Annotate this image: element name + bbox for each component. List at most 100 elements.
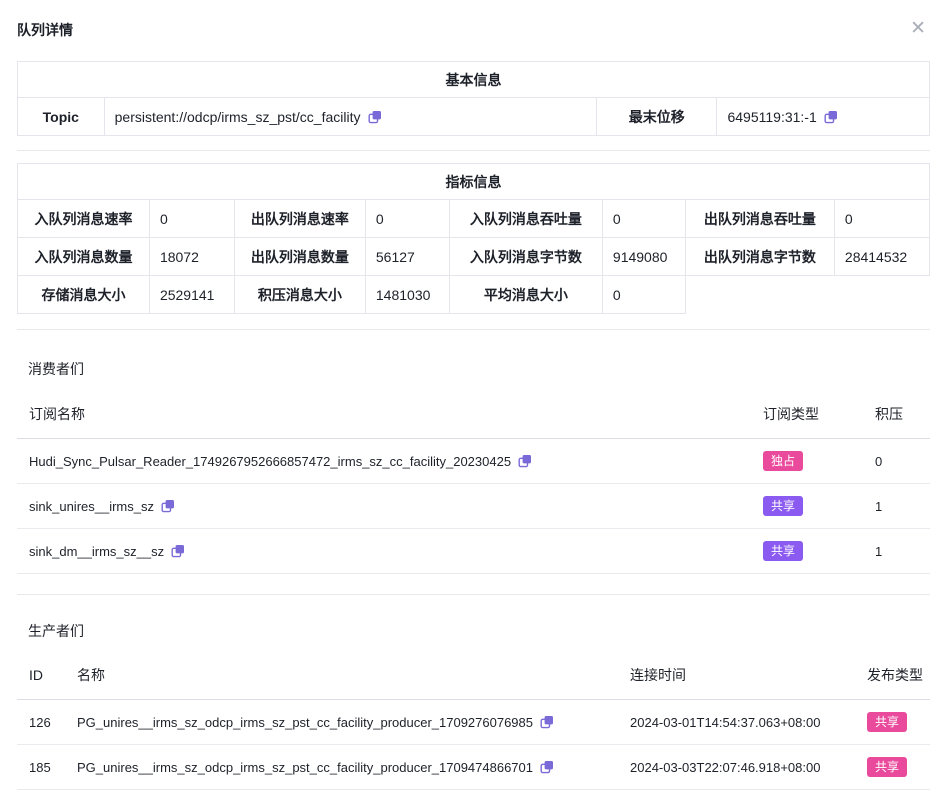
metric-value: 0: [834, 200, 929, 238]
metric-value: 0: [602, 276, 685, 314]
topic-value-cell: persistent://odcp/irms_sz_pst/cc_facilit…: [104, 98, 596, 136]
topic-label: Topic: [18, 98, 105, 136]
producers-header-row: ID 名称 连接时间 发布类型: [17, 652, 930, 700]
metric-label: 出队列消息数量: [234, 238, 365, 276]
producer-id: 126: [17, 700, 65, 745]
producer-name: PG_unires__irms_sz_odcp_irms_sz_pst_cc_f…: [77, 760, 533, 775]
metric-label: 入队列消息吞吐量: [449, 200, 602, 238]
basic-info-header: 基本信息: [18, 62, 930, 98]
dialog-header: 队列详情 ✕: [17, 0, 930, 40]
table-row: 126 PG_unires__irms_sz_odcp_irms_sz_pst_…: [17, 700, 930, 745]
table-row: Topic persistent://odcp/irms_sz_pst/cc_f…: [18, 98, 930, 136]
producer-id: 185: [17, 745, 65, 790]
column-header-id: ID: [17, 652, 65, 700]
backlog-value: 0: [863, 439, 930, 484]
column-header-publish-type: 发布类型: [855, 652, 930, 700]
metric-label: 平均消息大小: [449, 276, 602, 314]
column-header-subscription-type: 订阅类型: [751, 391, 863, 439]
table-row: Hudi_Sync_Pulsar_Reader_1749267952666857…: [17, 439, 930, 484]
table-row: 入队列消息速率 0 出队列消息速率 0 入队列消息吞吐量 0 出队列消息吞吐量 …: [18, 200, 930, 238]
subscription-type-cell: 共享: [751, 484, 863, 529]
copy-icon: [161, 499, 175, 513]
copy-subscription-button[interactable]: [171, 544, 185, 558]
last-offset-value-cell: 6495119:31:-1: [717, 98, 930, 136]
subscription-name: Hudi_Sync_Pulsar_Reader_1749267952666857…: [29, 454, 511, 469]
divider: [17, 329, 930, 330]
column-header-connect-time: 连接时间: [618, 652, 855, 700]
metrics-header: 指标信息: [18, 164, 930, 200]
last-offset-label: 最末位移: [597, 98, 717, 136]
metric-value: 0: [602, 200, 685, 238]
copy-producer-button[interactable]: [540, 760, 554, 774]
backlog-value: 1: [863, 529, 930, 574]
metric-label: 出队列消息字节数: [685, 238, 834, 276]
subscription-name-cell: sink_dm__irms_sz__sz: [17, 529, 751, 574]
consumers-header-row: 订阅名称 订阅类型 积压: [17, 391, 930, 439]
column-header-backlog: 积压: [863, 391, 930, 439]
copy-icon: [368, 110, 382, 124]
subscription-type-cell: 独占: [751, 439, 863, 484]
backlog-value: 1: [863, 484, 930, 529]
copy-subscription-button[interactable]: [161, 499, 175, 513]
empty-cell: [685, 276, 929, 314]
last-offset-value: 6495119:31:-1: [727, 109, 816, 125]
publish-type-badge: 共享: [867, 757, 907, 777]
subscription-type-badge: 共享: [763, 541, 803, 561]
metric-label: 入队列消息数量: [18, 238, 150, 276]
table-row: 185 PG_unires__irms_sz_odcp_irms_sz_pst_…: [17, 745, 930, 790]
close-icon: ✕: [910, 18, 926, 39]
divider: [17, 150, 930, 151]
subscription-type-cell: 共享: [751, 529, 863, 574]
copy-subscription-button[interactable]: [518, 454, 532, 468]
subscription-name: sink_dm__irms_sz__sz: [29, 544, 164, 559]
subscription-name-cell: sink_unires__irms_sz: [17, 484, 751, 529]
producer-connect-time: 2024-03-03T22:07:46.918+08:00: [618, 745, 855, 790]
producer-name: PG_unires__irms_sz_odcp_irms_sz_pst_cc_f…: [77, 715, 533, 730]
copy-icon: [518, 454, 532, 468]
publish-type-cell: 共享: [855, 745, 930, 790]
metric-value: 0: [149, 200, 234, 238]
subscription-name-cell: Hudi_Sync_Pulsar_Reader_1749267952666857…: [17, 439, 751, 484]
publish-type-cell: 共享: [855, 700, 930, 745]
metric-value: 18072: [149, 238, 234, 276]
table-row: 入队列消息数量 18072 出队列消息数量 56127 入队列消息字节数 914…: [18, 238, 930, 276]
metric-label: 积压消息大小: [234, 276, 365, 314]
producer-name-cell: PG_unires__irms_sz_odcp_irms_sz_pst_cc_f…: [65, 700, 618, 745]
basic-info-table: 基本信息 Topic persistent://odcp/irms_sz_pst…: [17, 61, 930, 136]
metric-value: 2529141: [149, 276, 234, 314]
table-row: sink_unires__irms_sz 共享 1: [17, 484, 930, 529]
copy-icon: [171, 544, 185, 558]
metric-value: 1481030: [365, 276, 449, 314]
table-row: sink_dm__irms_sz__sz 共享 1: [17, 529, 930, 574]
subscription-name: sink_unires__irms_sz: [29, 499, 154, 514]
metric-value: 28414532: [834, 238, 929, 276]
metrics-table: 指标信息 入队列消息速率 0 出队列消息速率 0 入队列消息吞吐量 0 出队列消…: [17, 163, 930, 314]
close-button[interactable]: ✕: [906, 17, 930, 40]
copy-topic-button[interactable]: [368, 110, 382, 124]
metric-label: 出队列消息速率: [234, 200, 365, 238]
producers-table: ID 名称 连接时间 发布类型 126 PG_unires__irms_sz_o…: [17, 652, 930, 790]
copy-icon: [540, 715, 554, 729]
column-header-subscription-name: 订阅名称: [17, 391, 751, 439]
subscription-type-badge: 独占: [763, 451, 803, 471]
consumers-section-title: 消费者们: [17, 359, 930, 379]
topic-value: persistent://odcp/irms_sz_pst/cc_facilit…: [115, 109, 361, 125]
metric-value: 0: [365, 200, 449, 238]
publish-type-badge: 共享: [867, 712, 907, 732]
page-title: 队列详情: [17, 20, 73, 40]
metric-label: 存储消息大小: [18, 276, 150, 314]
queue-detail-dialog: 队列详情 ✕ 基本信息 Topic persistent://odcp/irms…: [0, 0, 947, 790]
metric-label: 出队列消息吞吐量: [685, 200, 834, 238]
divider: [17, 594, 930, 595]
copy-offset-button[interactable]: [824, 110, 838, 124]
column-header-name: 名称: [65, 652, 618, 700]
consumers-table: 订阅名称 订阅类型 积压 Hudi_Sync_Pulsar_Reader_174…: [17, 391, 930, 574]
metric-value: 56127: [365, 238, 449, 276]
copy-icon: [540, 760, 554, 774]
metric-label: 入队列消息字节数: [449, 238, 602, 276]
subscription-type-badge: 共享: [763, 496, 803, 516]
metric-label: 入队列消息速率: [18, 200, 150, 238]
copy-producer-button[interactable]: [540, 715, 554, 729]
producers-section-title: 生产者们: [17, 621, 930, 641]
metric-value: 9149080: [602, 238, 685, 276]
